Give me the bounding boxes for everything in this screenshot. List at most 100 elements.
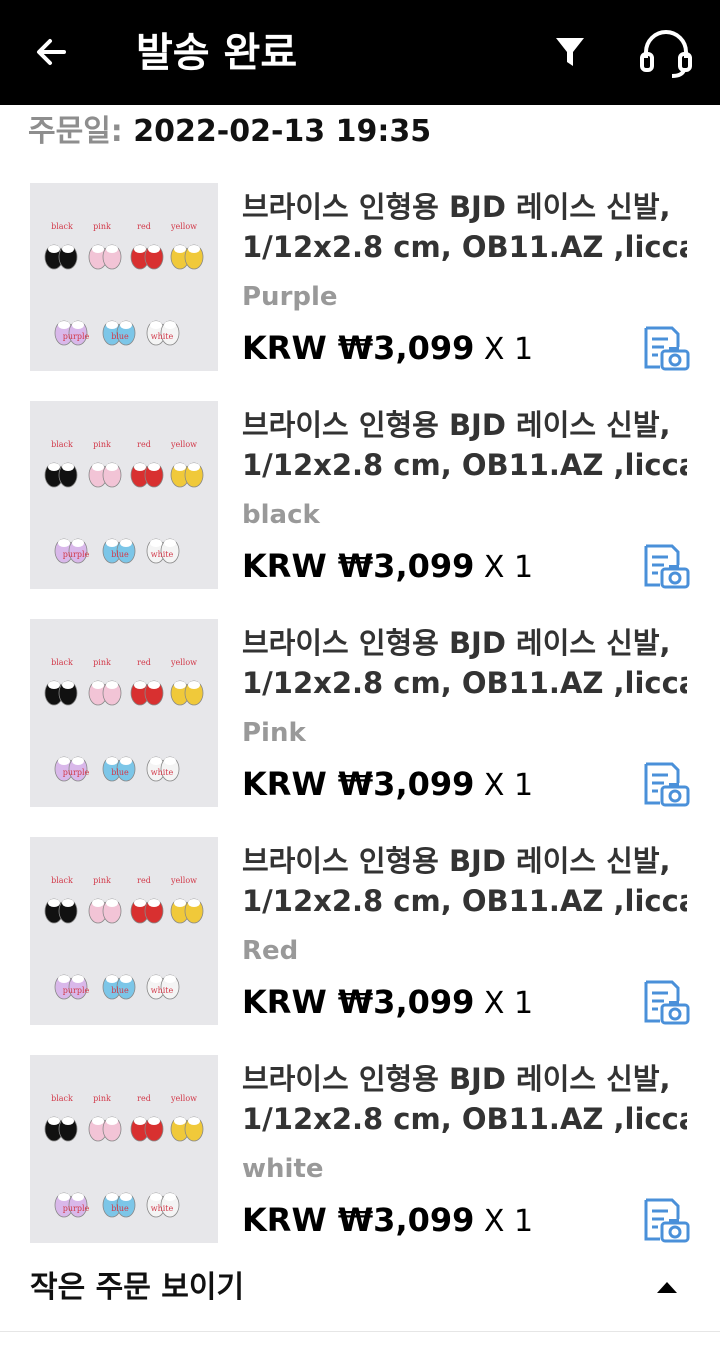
product-thumbnail[interactable]: black pink red yellow purple blue white <box>30 619 218 807</box>
shoe-bow <box>62 899 74 907</box>
shoe-bow <box>150 975 162 983</box>
shoe-bow <box>134 681 146 689</box>
thumbnail-color-label: purple <box>63 550 90 559</box>
product-name-line1: 브라이스 인형용 BJD 레이스 신발, <box>242 190 671 224</box>
photo-review-icon[interactable] <box>642 979 690 1025</box>
shoe-bow <box>106 975 118 983</box>
price-value: KRW ₩3,099 <box>242 1201 475 1239</box>
thumbnail-color-label: yellow <box>170 222 197 231</box>
order-item[interactable]: black pink red yellow purple blue white 브라이스 인형… <box>0 401 720 601</box>
shoe-bow <box>106 757 118 765</box>
photo-review-icon[interactable] <box>642 761 690 807</box>
product-thumbnail[interactable]: black pink red yellow purple blue white <box>30 1055 218 1243</box>
shoe-bow <box>92 681 104 689</box>
photo-review-icon[interactable] <box>642 543 690 589</box>
top-app-bar: 발송 완료 <box>0 0 720 105</box>
shoe-bow <box>58 1193 70 1201</box>
product-name-line1: 브라이스 인형용 BJD 레이스 신발, <box>242 408 671 442</box>
shoe-bow <box>92 1117 104 1125</box>
product-name-line1: 브라이스 인형용 BJD 레이스 신발, <box>242 626 671 660</box>
thumbnail-color-label: white <box>151 768 174 777</box>
shoe-bow <box>134 1117 146 1125</box>
shoe-bow <box>164 1193 176 1201</box>
shoe-bow <box>62 245 74 253</box>
thumbnail-color-label: blue <box>111 986 129 995</box>
photo-review-icon[interactable] <box>642 1197 690 1243</box>
product-name[interactable]: 브라이스 인형용 BJD 레이스 신발, 1/12x2.8 cm, OB11.AZ… <box>242 1059 687 1139</box>
photo-review-icon[interactable] <box>642 325 690 371</box>
thumbnail-color-label: white <box>151 986 174 995</box>
thumbnail-color-label: red <box>137 440 151 449</box>
product-name[interactable]: 브라이스 인형용 BJD 레이스 신발, 1/12x2.8 cm, OB11.AZ… <box>242 841 687 921</box>
shoe-bow <box>188 1117 200 1125</box>
shoe-bow <box>174 245 186 253</box>
thumbnail-color-label: purple <box>63 332 90 341</box>
thumbnail-color-label: blue <box>111 332 129 341</box>
product-price: KRW ₩3,099 X 1 <box>242 327 533 371</box>
shoe-bow <box>134 899 146 907</box>
product-thumbnail[interactable]: black pink red yellow purple blue white <box>30 837 218 1025</box>
shoe-bow <box>174 681 186 689</box>
shoe-bow <box>48 463 60 471</box>
price-value: KRW ₩3,099 <box>242 983 475 1021</box>
shoe-bow <box>148 245 160 253</box>
product-name[interactable]: 브라이스 인형용 BJD 레이스 신발, 1/12x2.8 cm, OB11.AZ… <box>242 623 687 703</box>
shoe-bow <box>106 1193 118 1201</box>
thumbnail-color-label: yellow <box>170 440 197 449</box>
shoe-bow <box>106 321 118 329</box>
product-name-line2: 1/12x2.8 cm, OB11.AZ ,licca,… <box>242 448 687 482</box>
shoe-bow <box>188 245 200 253</box>
shoe-bow <box>48 681 60 689</box>
caret-up-icon[interactable] <box>655 1280 679 1296</box>
thumbnail-color-label: yellow <box>170 876 197 885</box>
order-item[interactable]: black pink red yellow purple blue white 브라이스 인형… <box>0 183 720 383</box>
thumbnail-color-label: black <box>51 440 73 449</box>
shoe-bow <box>48 899 60 907</box>
thumbnail-color-label: white <box>151 332 174 341</box>
shoe-bow <box>58 757 70 765</box>
order-item[interactable]: black pink red yellow purple blue white 브라이스 인형… <box>0 619 720 819</box>
shoe-bow <box>150 1193 162 1201</box>
shoe-bow <box>106 1117 118 1125</box>
product-name-line2: 1/12x2.8 cm, OB11.AZ ,licca,… <box>242 884 687 918</box>
shoe-bow <box>148 681 160 689</box>
shoe-bow <box>148 463 160 471</box>
product-name-line2: 1/12x2.8 cm, OB11.AZ ,licca,… <box>242 1102 687 1136</box>
show-small-orders-toggle[interactable]: 작은 주문 보이기 <box>0 1260 720 1332</box>
product-thumbnail[interactable]: black pink red yellow purple blue white <box>30 183 218 371</box>
quantity: X 1 <box>474 768 534 803</box>
order-item[interactable]: black pink red yellow purple blue white 브라이스 인형… <box>0 1055 720 1255</box>
thumbnail-color-label: black <box>51 876 73 885</box>
shoe-bow <box>58 539 70 547</box>
thumbnail-color-label: black <box>51 1094 73 1103</box>
product-name[interactable]: 브라이스 인형용 BJD 레이스 신발, 1/12x2.8 cm, OB11.AZ… <box>242 187 687 267</box>
product-price: KRW ₩3,099 X 1 <box>242 545 533 589</box>
headset-icon[interactable] <box>636 26 696 80</box>
thumbnail-color-label: pink <box>93 1094 111 1103</box>
shoe-bow <box>150 539 162 547</box>
shoe-bow <box>62 463 74 471</box>
order-date-value: 2022-02-13 19:35 <box>133 114 432 149</box>
thumbnail-color-label: pink <box>93 876 111 885</box>
product-thumbnail[interactable]: black pink red yellow purple blue white <box>30 401 218 589</box>
shoe-bow <box>188 463 200 471</box>
shoe-bow <box>150 757 162 765</box>
shoe-bow <box>48 1117 60 1125</box>
quantity: X 1 <box>474 550 534 585</box>
shoe-bow <box>72 321 84 329</box>
arrow-left-icon[interactable] <box>30 30 74 74</box>
product-price: KRW ₩3,099 X 1 <box>242 981 533 1025</box>
shoe-bow <box>48 245 60 253</box>
filter-icon[interactable] <box>548 30 592 74</box>
shoe-bow <box>120 321 132 329</box>
thumbnail-color-label: black <box>51 658 73 667</box>
shoe-bow <box>92 463 104 471</box>
product-name[interactable]: 브라이스 인형용 BJD 레이스 신발, 1/12x2.8 cm, OB11.AZ… <box>242 405 687 485</box>
thumbnail-color-label: red <box>137 1094 151 1103</box>
shoe-bow <box>72 757 84 765</box>
order-item[interactable]: black pink red yellow purple blue white 브라이스 인형… <box>0 837 720 1037</box>
product-name-line2: 1/12x2.8 cm, OB11.AZ ,licca,… <box>242 666 687 700</box>
shoe-bow <box>174 899 186 907</box>
shoe-bow <box>62 1117 74 1125</box>
order-date-label: 주문일: <box>28 114 134 149</box>
